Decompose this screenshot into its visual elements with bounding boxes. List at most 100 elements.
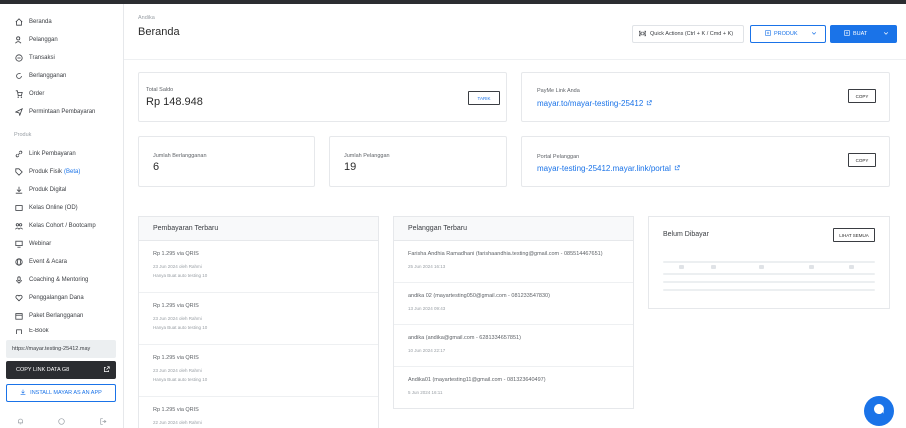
loading-skeleton (663, 281, 875, 283)
jumlah-pelanggan-label: Jumlah Pelanggan (344, 153, 390, 159)
payment-desc: Hanya Buat auto testing 10 (153, 377, 208, 382)
belum-dibayar-title: Belum Dibayar (663, 231, 709, 238)
bell-icon[interactable] (17, 412, 24, 428)
loading-skeleton (759, 265, 764, 269)
portal-url-text: mayar-testing-25412.mayar.link/portal (537, 164, 671, 173)
sidebar-item-label: Transaksi (29, 55, 55, 61)
portal-label: Portal Pelanggan (537, 154, 580, 160)
quick-actions-label: Quick Actions (Ctrl + K / Cmd + K) (650, 31, 734, 37)
store-url-box: https://mayar.testing-25412.may (6, 340, 116, 358)
paylink-label: PayMe Link Anda (537, 88, 580, 94)
external-link-icon (103, 365, 110, 375)
produk-dropdown-button[interactable]: PRODUK (750, 25, 826, 43)
plus-box-icon (844, 30, 850, 38)
sidebar-item-label: Link Pembayaran (29, 151, 76, 157)
sidebar-item-order[interactable]: Order (14, 88, 44, 100)
users-icon (14, 36, 23, 45)
store-url-text: https://mayar.testing-25412.may (12, 346, 91, 352)
page-title: Beranda (138, 26, 180, 38)
list-item[interactable]: Farisha Andhia Ramadhani (farishaandhia.… (394, 241, 633, 283)
sidebar-item-produk-digital[interactable]: Produk Digital (14, 184, 66, 196)
sidebar-item-label: Beranda (29, 19, 52, 25)
header-divider (124, 59, 906, 60)
jumlah-berlangganan-value: 6 (153, 161, 160, 173)
total-saldo-card: Total Saldo Rp 148.948 TARIK (138, 72, 507, 122)
customer-date: 10 Jun 2024 22:17 (408, 348, 446, 353)
globe-icon (14, 258, 23, 267)
sidebar-item-coaching[interactable]: Coaching & Mentoring (14, 274, 88, 286)
buat-dropdown-button[interactable]: BUAT (830, 25, 897, 43)
list-item[interactable]: Rp 1.295 via QRIS 22 Jun 2024 oleh Rahmi (139, 397, 378, 428)
copy-link-label: COPY LINK DATA G8 (16, 367, 70, 373)
customer-name: andika 02 (mayartesting050@gmail.com - 0… (408, 293, 550, 299)
sidebar-footer (0, 414, 124, 428)
payment-amount: Rp 1.295 via QRIS (153, 251, 199, 257)
sidebar-item-produk-fisik[interactable]: Produk Fisik (Beta) (14, 166, 80, 178)
sidebar-item-link-pembayaran[interactable]: Link Pembayaran (14, 148, 76, 160)
sidebar-item-kelas-cohort[interactable]: Kelas Cohort / Bootcamp (14, 220, 96, 232)
sidebar-item-berlangganan[interactable]: Berlangganan (14, 70, 66, 82)
payment-date: 23 Jun 2024 oleh Rahmi (153, 316, 202, 321)
list-item[interactable]: Rp 1.295 via QRIS 23 Jun 2024 oleh Rahmi… (139, 293, 378, 345)
lihat-semua-button[interactable]: LIHAT SEMUA (833, 228, 875, 242)
belum-dibayar-panel: Belum Dibayar LIHAT SEMUA (648, 216, 890, 309)
sidebar-item-paket-berlangganan[interactable]: Paket Berlangganan (14, 310, 83, 322)
sidebar-item-webinar[interactable]: Webinar (14, 238, 51, 250)
loading-skeleton (711, 265, 716, 269)
paylink-url[interactable]: mayar.to/mayar-testing-25412 (537, 99, 652, 108)
download-icon (14, 186, 23, 195)
sidebar-item-permintaan-pembayaran[interactable]: Permintaan Pembayaran (14, 106, 95, 118)
sidebar-item-label: Kelas Cohort / Bootcamp (29, 223, 96, 229)
jumlah-berlangganan-label: Jumlah Berlangganan (153, 153, 207, 159)
send-icon (14, 108, 23, 117)
copy-portal-button[interactable]: COPY (848, 153, 876, 167)
portal-url[interactable]: mayar-testing-25412.mayar.link/portal (537, 164, 680, 173)
install-app-button[interactable]: INSTALL MAYAR AS AN APP (6, 384, 116, 402)
chat-icon (872, 402, 886, 421)
loading-skeleton (809, 265, 814, 269)
quick-actions-button[interactable]: Quick Actions (Ctrl + K / Cmd + K) (632, 25, 744, 43)
copy-paylink-button[interactable]: COPY (848, 89, 876, 103)
sidebar-item-label: Webinar (29, 241, 52, 247)
list-item[interactable]: Rp 1.295 via QRIS 23 Jun 2024 oleh Rahmi… (139, 241, 378, 293)
list-item[interactable]: Andika01 (mayartesting11@gmail.com - 081… (394, 367, 633, 408)
heart-icon (14, 294, 23, 303)
loading-skeleton (663, 289, 875, 291)
paylink-card: PayMe Link Anda mayar.to/mayar-testing-2… (521, 72, 890, 122)
calendar-icon (14, 312, 23, 321)
sidebar-item-transaksi[interactable]: Transaksi (14, 52, 55, 64)
plus-box-icon (765, 30, 771, 38)
book-icon (14, 328, 23, 334)
payment-amount: Rp 1.295 via QRIS (153, 407, 199, 413)
sidebar-item-label: E-Book (29, 328, 49, 334)
tarik-button[interactable]: TARIK (468, 91, 500, 105)
install-app-label: INSTALL MAYAR AS AN APP (30, 390, 102, 396)
beta-badge: (Beta) (64, 169, 81, 175)
sidebar-item-ebook[interactable]: E-Book (14, 328, 49, 334)
sidebar-item-event-acara[interactable]: Event & Acara (14, 256, 67, 268)
chevron-down-icon (883, 30, 889, 38)
sidebar-item-beranda[interactable]: Beranda (14, 16, 52, 28)
payment-date: 23 Jun 2024 oleh Rahmi (153, 264, 202, 269)
sidebar-section-produk: Produk (14, 132, 32, 138)
help-icon[interactable] (58, 412, 66, 428)
pembayaran-terbaru-title: Pembayaran Terbaru (139, 217, 378, 241)
list-item[interactable]: andika 02 (mayartesting050@gmail.com - 0… (394, 283, 633, 325)
pelanggan-terbaru-panel: Pelanggan Terbaru Farisha Andhia Ramadha… (393, 216, 634, 409)
sidebar-item-kelas-online[interactable]: Kelas Online (OD) (14, 202, 78, 214)
sidebar-item-penggalangan-dana[interactable]: Penggalangan Dana (14, 292, 84, 304)
payment-desc: Hanya Buat auto testing 10 (153, 325, 208, 330)
list-item[interactable]: Rp 1.295 via QRIS 23 Jun 2024 oleh Rahmi… (139, 345, 378, 397)
total-saldo-label: Total Saldo (146, 87, 174, 93)
sidebar-item-pelanggan[interactable]: Pelanggan (14, 34, 58, 46)
list-item[interactable]: andika (andika@gmail.com - 6281334657851… (394, 325, 633, 367)
produk-label: PRODUK (774, 31, 798, 37)
chat-button[interactable] (864, 396, 894, 426)
portal-pelanggan-card: Portal Pelanggan mayar-testing-25412.may… (521, 136, 890, 187)
payment-amount: Rp 1.295 via QRIS (153, 355, 199, 361)
copy-link-button[interactable]: COPY LINK DATA G8 (6, 361, 116, 379)
copy-label: COPY (855, 157, 869, 163)
lihat-semua-label: LIHAT SEMUA (839, 232, 869, 238)
sidebar-item-label: Paket Berlangganan (29, 313, 84, 319)
logout-icon[interactable] (100, 412, 107, 428)
